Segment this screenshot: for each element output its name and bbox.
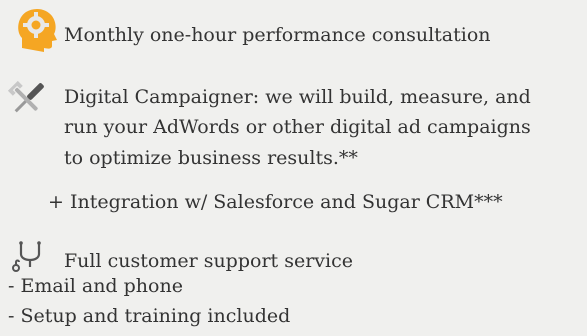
feature-campaigner-line: run your AdWords or other digital ad cam… xyxy=(64,116,531,138)
feature-campaigner: Digital Campaigner: we will build, measu… xyxy=(0,70,587,190)
stethoscope-icon xyxy=(9,240,49,276)
feature-consultation: Monthly one-hour performance consultatio… xyxy=(0,0,587,60)
support-sub-item: - Email and phone xyxy=(8,275,183,297)
feature-support: Full customer support service - Email an… xyxy=(0,240,587,336)
feature-consultation-text: Monthly one-hour performance consultatio… xyxy=(64,24,491,46)
feature-integration: + Integration w/ Salesforce and Sugar CR… xyxy=(0,188,587,218)
head-gear-icon xyxy=(14,4,60,58)
support-sub-item: - Setup and training included xyxy=(8,305,291,327)
tools-icon xyxy=(4,80,50,124)
feature-integration-text: + Integration w/ Salesforce and Sugar CR… xyxy=(48,191,503,213)
feature-campaigner-line: to optimize business results.** xyxy=(64,147,358,169)
feature-campaigner-line: Digital Campaigner: we will build, measu… xyxy=(64,86,531,108)
